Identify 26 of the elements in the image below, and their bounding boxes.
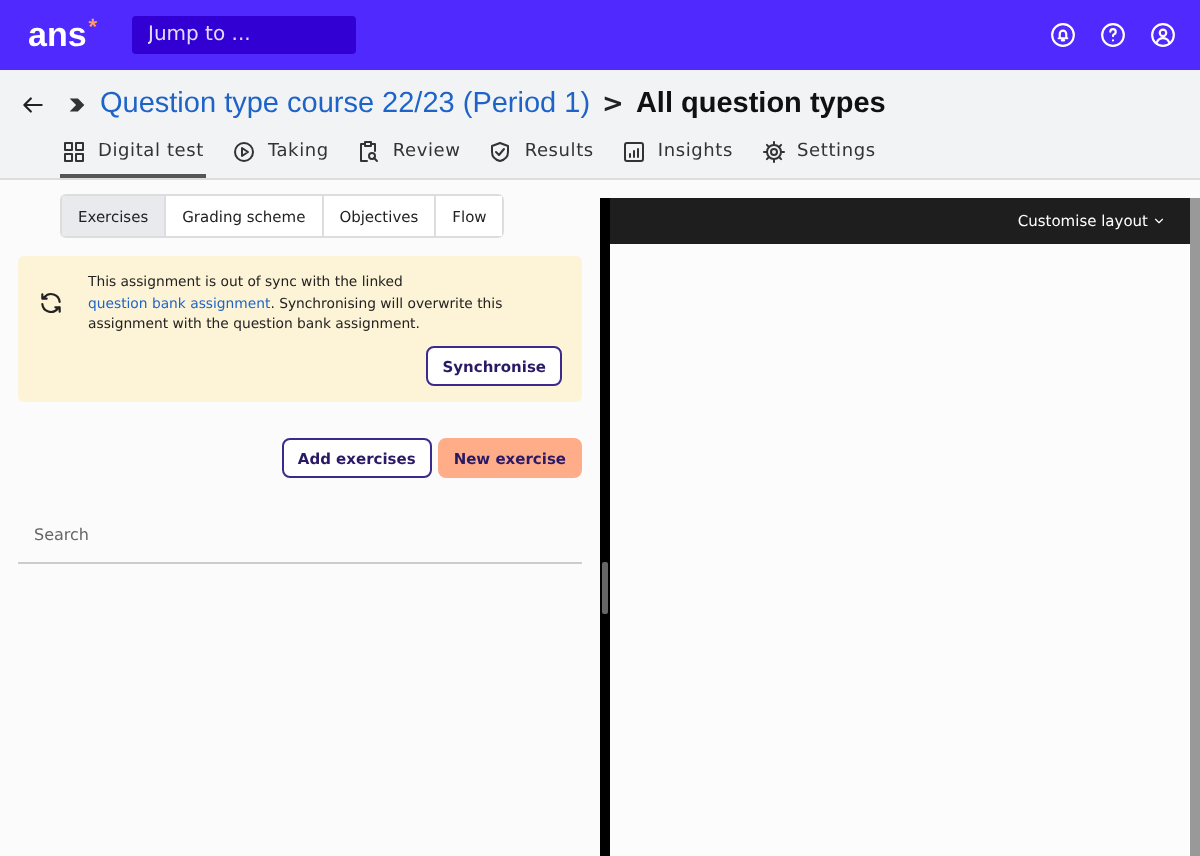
clipboard-icon bbox=[356, 140, 381, 164]
nav-tab[interactable]: Insights bbox=[619, 134, 736, 178]
nav-tab[interactable]: Taking bbox=[229, 134, 331, 178]
breadcrumb-separator: > bbox=[602, 89, 624, 119]
user-icon[interactable] bbox=[1150, 22, 1176, 48]
logo: ans* bbox=[28, 15, 100, 55]
course-link[interactable]: Question type course 22/23 (Period 1) bbox=[100, 88, 591, 120]
play-icon bbox=[231, 140, 256, 164]
scrollbar[interactable] bbox=[1190, 198, 1200, 856]
back-arrow-icon[interactable] bbox=[20, 91, 46, 117]
nav-tab[interactable]: Review bbox=[354, 134, 463, 178]
nav-tab[interactable]: Settings bbox=[759, 134, 878, 178]
nav-tab[interactable]: Results bbox=[486, 134, 596, 178]
bell-icon[interactable] bbox=[1050, 22, 1076, 48]
settings-icon bbox=[761, 140, 786, 164]
shield-check-icon bbox=[488, 140, 513, 164]
search-field[interactable]: Search bbox=[18, 506, 582, 565]
resize-handle[interactable] bbox=[602, 562, 608, 614]
help-icon[interactable] bbox=[1100, 22, 1126, 48]
sync-icon bbox=[38, 290, 64, 316]
grid-icon bbox=[62, 140, 86, 164]
chevron-icon bbox=[66, 93, 88, 115]
caret-icon bbox=[1152, 214, 1166, 228]
chart-icon bbox=[621, 140, 646, 164]
nav-tab[interactable]: Digital test bbox=[60, 134, 206, 178]
page-title: All question types bbox=[635, 88, 886, 120]
